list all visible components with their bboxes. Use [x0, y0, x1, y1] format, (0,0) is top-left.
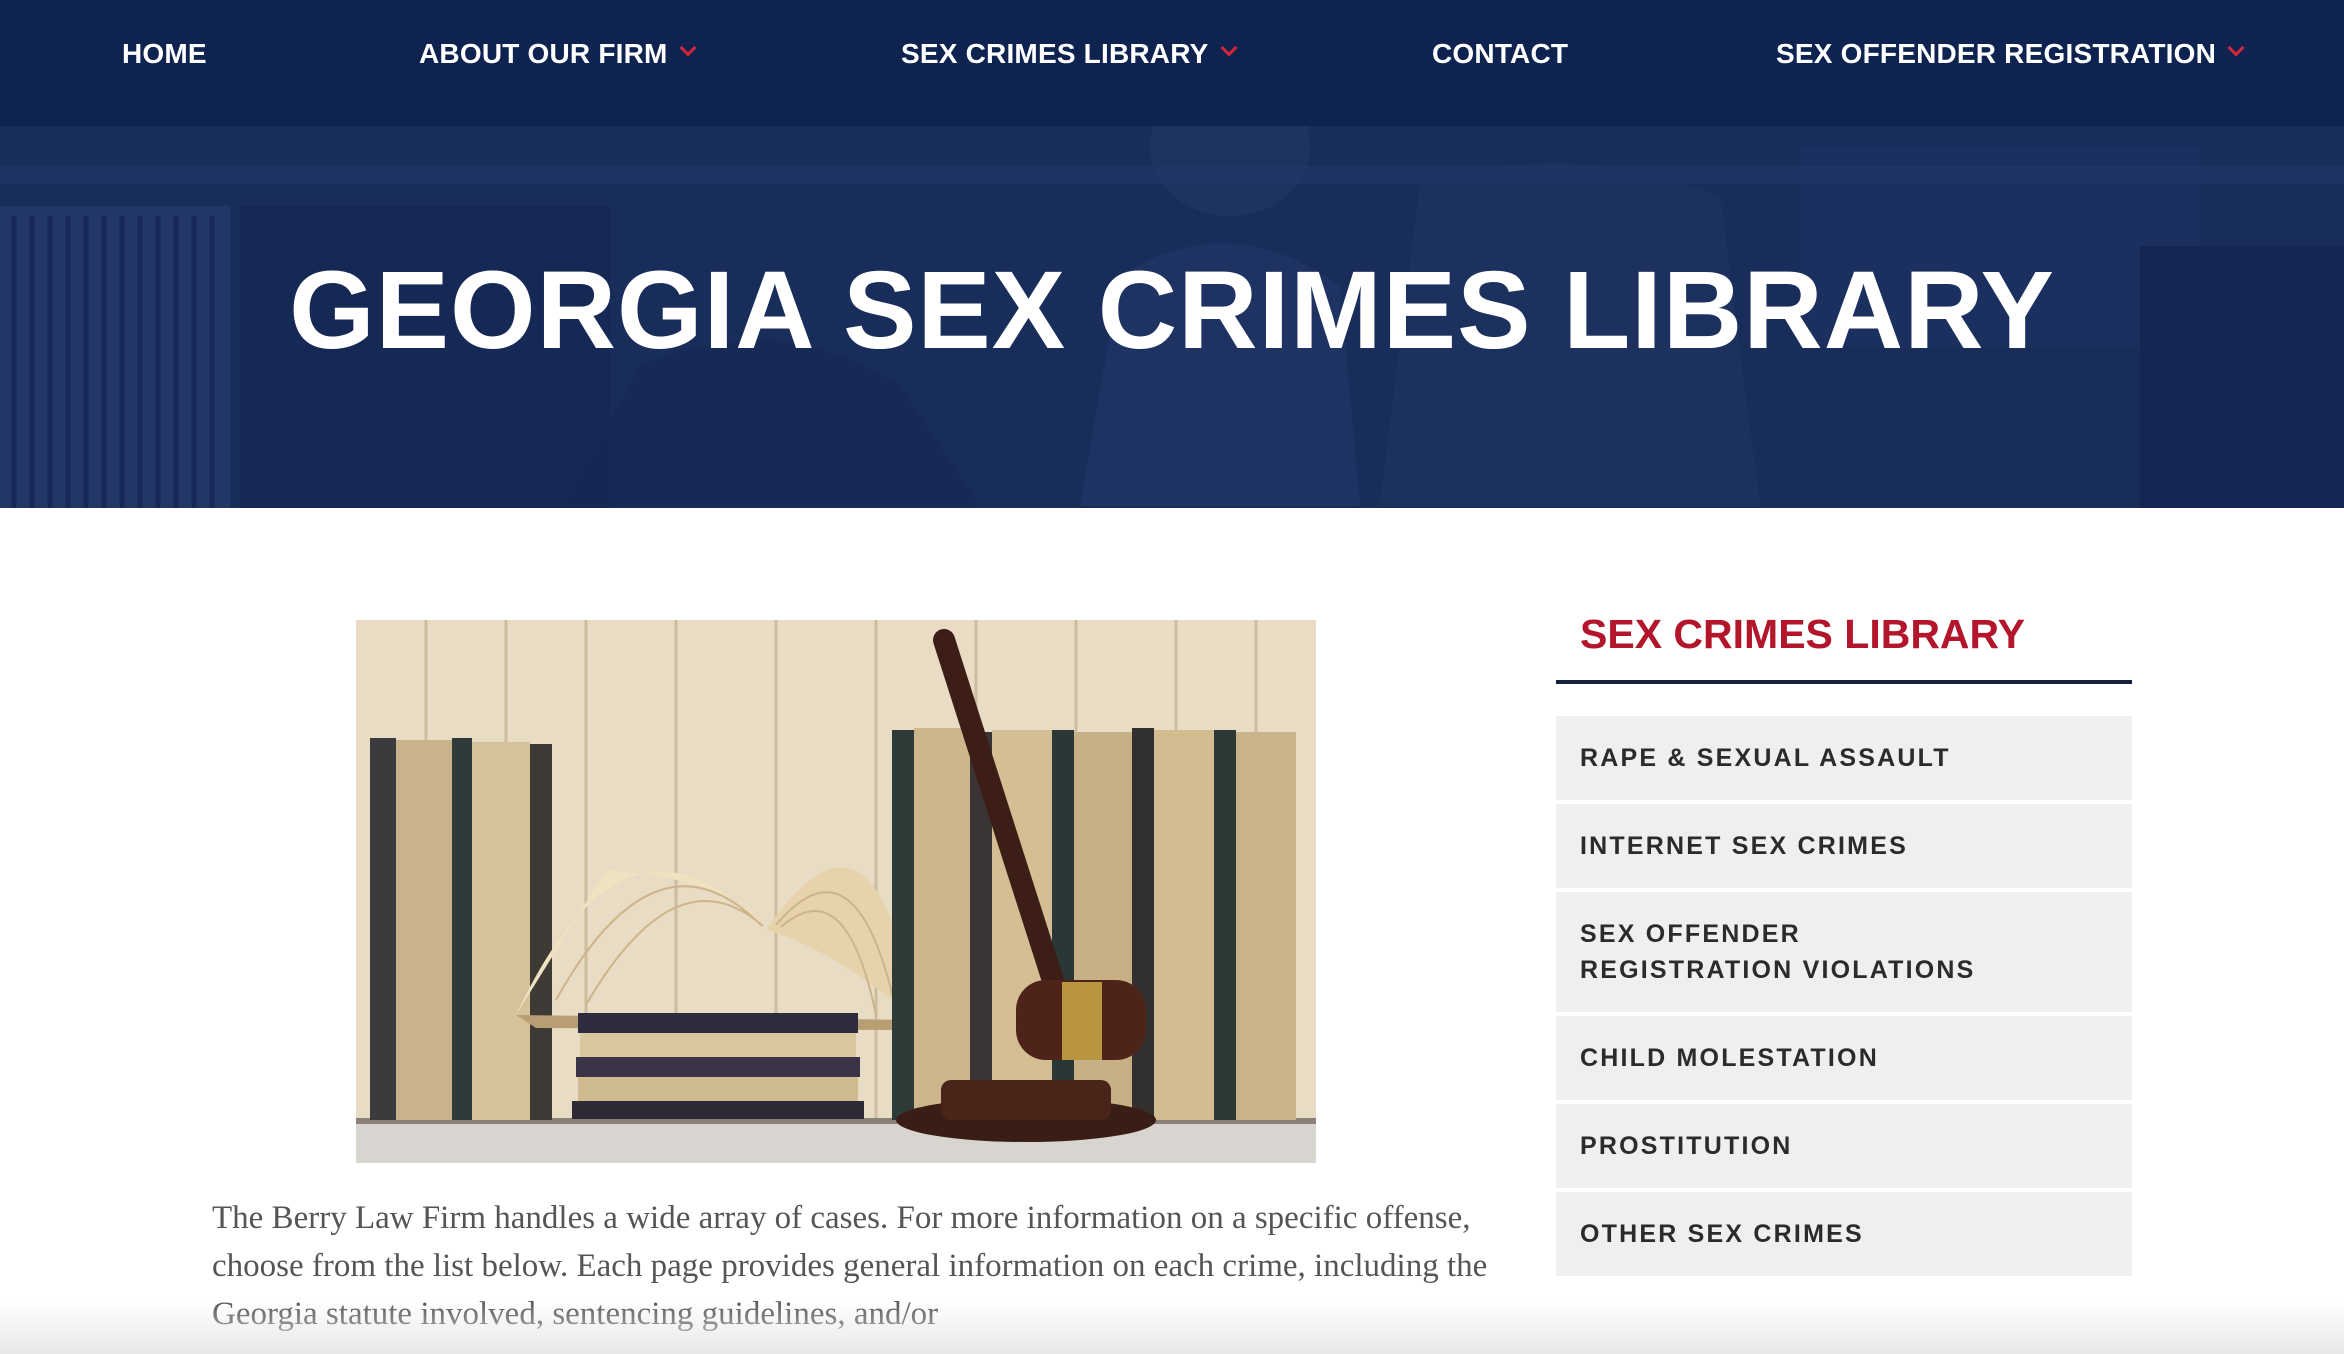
sidebar-item-child-molestation[interactable]: CHILD MOLESTATION — [1556, 1016, 2132, 1100]
sidebar-item-label: OTHER SEX CRIMES — [1580, 1220, 1864, 1248]
nav-home-label: HOME — [122, 38, 207, 69]
nav-contact-label: CONTACT — [1432, 38, 1569, 69]
chevron-down-icon — [2227, 39, 2245, 57]
bottom-fade — [0, 1300, 2344, 1354]
sidebar-item-label: CHILD MOLESTATION — [1580, 1044, 1879, 1072]
nav-sex-offender-registration[interactable]: SEX OFFENDER REGISTRATION — [1776, 34, 2245, 74]
sidebar-title: SEX CRIMES LIBRARY — [1580, 611, 2025, 657]
nav-about-label: ABOUT OUR FIRM — [419, 38, 668, 69]
sidebar-divider — [1556, 680, 2132, 684]
nav-sex-crimes-library[interactable]: SEX CRIMES LIBRARY — [901, 34, 1237, 74]
sidebar-item-prostitution[interactable]: PROSTITUTION — [1556, 1104, 2132, 1188]
sidebar-item-rape-sexual-assault[interactable]: RAPE & SEXUAL ASSAULT — [1556, 716, 2132, 800]
sidebar-list: RAPE & SEXUAL ASSAULT INTERNET SEX CRIME… — [1556, 716, 2132, 1280]
sidebar-item-internet-sex-crimes[interactable]: INTERNET SEX CRIMES — [1556, 804, 2132, 888]
sidebar-item-label: PROSTITUTION — [1580, 1132, 1793, 1160]
books-gavel-image — [356, 620, 1316, 1163]
hero-banner: GEORGIA SEX CRIMES LIBRARY — [0, 126, 2344, 508]
nav-library-label: SEX CRIMES LIBRARY — [901, 38, 1209, 69]
sidebar-item-other-sex-crimes[interactable]: OTHER SEX CRIMES — [1556, 1192, 2132, 1276]
nav-home[interactable]: HOME — [122, 34, 207, 74]
chevron-down-icon — [679, 39, 697, 57]
nav-about-our-firm[interactable]: ABOUT OUR FIRM — [419, 34, 697, 74]
nav-registration-label: SEX OFFENDER REGISTRATION — [1776, 38, 2217, 69]
sidebar-item-label: SEX OFFENDER REGISTRATION VIOLATIONS — [1580, 920, 1976, 984]
nav-contact[interactable]: CONTACT — [1432, 34, 1568, 74]
page-title: GEORGIA SEX CRIMES LIBRARY — [289, 249, 2055, 372]
sidebar-item-label: INTERNET SEX CRIMES — [1580, 832, 1908, 860]
sidebar-item-label: RAPE & SEXUAL ASSAULT — [1580, 744, 1951, 772]
main-nav: HOME ABOUT OUR FIRM SEX CRIMES LIBRARY C… — [0, 0, 2344, 126]
sidebar-item-registration-violations[interactable]: SEX OFFENDER REGISTRATION VIOLATIONS — [1556, 892, 2132, 1012]
chevron-down-icon — [1220, 39, 1237, 57]
